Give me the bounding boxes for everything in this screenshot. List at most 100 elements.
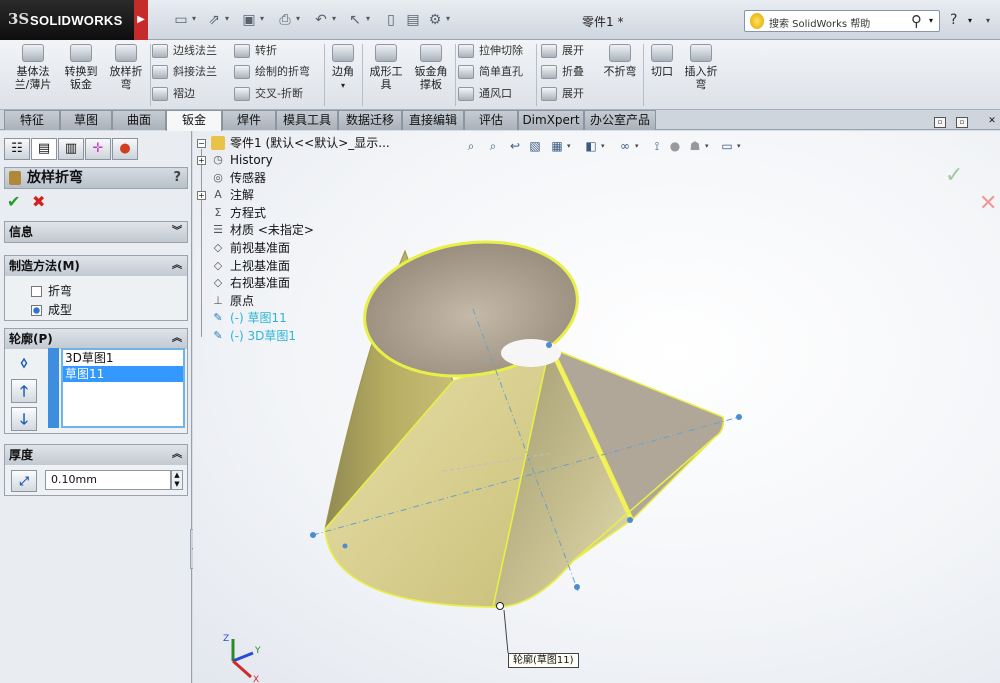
lofted-bend-button[interactable]: 放样折 弯 xyxy=(104,44,148,91)
print-dropdown-icon[interactable]: ▾ xyxy=(296,14,300,23)
tab-office-products[interactable]: 办公室产品 xyxy=(584,110,656,130)
help-icon[interactable]: ? xyxy=(950,12,957,28)
display-manager-tab-icon[interactable]: ● xyxy=(112,138,138,160)
forming-tool-button[interactable]: 成形工 具 xyxy=(366,44,406,91)
sheetmetal-gusset-button[interactable]: 钣金角 撑板 xyxy=(410,44,452,91)
jog-button[interactable]: 转折 xyxy=(234,42,277,60)
confirmation-cancel-icon[interactable]: ✕ xyxy=(979,191,997,216)
file-properties-icon[interactable]: ▤ xyxy=(404,12,422,28)
hide-show-items-icon[interactable]: ∞ xyxy=(617,138,633,154)
info-section-header[interactable]: 信息 ︾ xyxy=(5,222,187,242)
insert-bends-button[interactable]: 插入折 弯 xyxy=(680,44,722,91)
confirmation-ok-icon[interactable]: ✓ xyxy=(945,163,963,188)
property-manager-tab-icon[interactable]: ▤ xyxy=(31,138,57,160)
options-dropdown-icon[interactable]: ▾ xyxy=(446,14,450,23)
rebuild-icon[interactable]: ▯ xyxy=(382,12,400,28)
sketch-point[interactable] xyxy=(736,414,742,420)
collapse-chevron-icon[interactable]: ︽ xyxy=(172,256,182,276)
method-section-header[interactable]: 制造方法(M) ︽ xyxy=(5,256,187,276)
zoom-to-area-icon[interactable]: ⌕ xyxy=(485,138,501,154)
profile-selection-list[interactable]: 3D草图1 草图11 xyxy=(61,348,185,428)
collapse-chevron-icon[interactable]: ︽ xyxy=(172,329,182,349)
previous-view-icon[interactable]: ↩ xyxy=(507,138,523,154)
menu-expand-arrow-icon[interactable]: ▶ xyxy=(134,0,148,40)
tab-data-migration[interactable]: 数据迁移 xyxy=(338,110,402,130)
tab-weldments[interactable]: 焊件 xyxy=(222,110,276,130)
new-dropdown-icon[interactable]: ▾ xyxy=(192,14,196,23)
undo-icon[interactable]: ↶ xyxy=(312,12,330,28)
rip-button[interactable]: 切口 xyxy=(646,44,678,78)
dropdown-icon[interactable]: ▾ xyxy=(601,142,605,150)
save-dropdown-icon[interactable]: ▾ xyxy=(260,14,264,23)
tree-root[interactable]: − 零件1 (默认<<默认>_显示... xyxy=(197,135,417,152)
search-dropdown-icon[interactable]: ▾ xyxy=(929,16,933,25)
tree-item[interactable]: Σ 方程式 xyxy=(211,205,391,222)
display-style-icon[interactable]: ◧ xyxy=(583,138,599,154)
open-dropdown-icon[interactable]: ▾ xyxy=(225,14,229,23)
monitor-icon[interactable]: ▭ xyxy=(719,138,735,154)
close-window-icon[interactable]: ✕ xyxy=(986,117,998,128)
options-gear-icon[interactable]: ⚙ xyxy=(426,12,444,28)
zoom-to-fit-icon[interactable]: ⌕ xyxy=(463,138,479,154)
dropdown-icon[interactable]: ▾ xyxy=(567,142,571,150)
sketch-point[interactable] xyxy=(310,532,316,538)
collapse-chevron-icon[interactable]: ︽ xyxy=(172,445,182,465)
tree-item[interactable]: ◎ 传感器 xyxy=(211,170,391,187)
expand-icon[interactable]: + xyxy=(197,156,206,165)
miter-flange-button[interactable]: 斜接法兰 xyxy=(152,63,217,81)
tile-window-icon[interactable]: ▫ xyxy=(956,117,968,128)
tab-sheet-metal[interactable]: 钣金 xyxy=(166,110,222,131)
view-settings-icon[interactable]: ☗ xyxy=(687,138,703,154)
section-view-icon[interactable]: ▧ xyxy=(527,138,543,154)
unfold-button[interactable]: 展开 xyxy=(541,42,584,60)
tab-sketch[interactable]: 草图 xyxy=(60,110,112,130)
base-flange-button[interactable]: 基体法 兰/薄片 xyxy=(10,44,56,91)
sketch-point[interactable] xyxy=(627,517,633,523)
profiles-section-header[interactable]: 轮廓(P) ︽ xyxy=(5,329,187,349)
tab-features[interactable]: 特征 xyxy=(4,110,60,130)
search-input[interactable]: 搜索 SolidWorks 帮助 xyxy=(769,15,870,30)
convert-to-sheetmetal-button[interactable]: 转换到 钣金 xyxy=(58,44,104,91)
dropdown-icon[interactable]: ▾ xyxy=(705,142,709,150)
more-dropdown-icon[interactable]: ▾ xyxy=(986,16,990,25)
formed-radio[interactable] xyxy=(31,305,42,316)
corners-button[interactable]: 边角 ▾ xyxy=(326,44,360,92)
tab-dimxpert[interactable]: DimXpert xyxy=(518,110,584,130)
dimxpert-manager-tab-icon[interactable]: ✛ xyxy=(85,138,111,160)
tree-item[interactable]: + ◷ History xyxy=(197,152,391,169)
list-item[interactable]: 3D草图1 xyxy=(63,350,183,366)
dropdown-icon[interactable]: ▾ xyxy=(737,142,741,150)
flatten-button[interactable]: 展开 xyxy=(541,85,584,103)
bend-radio[interactable] xyxy=(31,286,42,297)
tab-direct-editing[interactable]: 直接编辑 xyxy=(402,110,464,130)
tab-mold-tools[interactable]: 模具工具 xyxy=(276,110,338,130)
configuration-manager-tab-icon[interactable]: ▥ xyxy=(58,138,84,160)
open-icon[interactable]: ⇗ xyxy=(205,12,223,28)
print-icon[interactable]: ⎙ xyxy=(276,12,294,28)
simple-hole-button[interactable]: 简单直孔 xyxy=(458,63,523,81)
save-icon[interactable]: ▣ xyxy=(240,12,258,28)
feature-manager-tab-icon[interactable]: ☷ xyxy=(4,138,30,160)
corners-dropdown-icon[interactable]: ▾ xyxy=(341,81,345,90)
move-down-button[interactable]: 🡓 xyxy=(11,407,37,431)
collapse-icon[interactable]: − xyxy=(197,139,206,148)
apply-scene-icon[interactable]: ● xyxy=(667,138,683,154)
expand-chevron-icon[interactable]: ︾ xyxy=(172,222,182,242)
new-document-icon[interactable]: ▭ xyxy=(172,12,190,28)
restore-window-icon[interactable]: ▫ xyxy=(934,117,946,128)
tree-item[interactable]: ☰ 材质 <未指定> xyxy=(211,222,391,239)
extruded-cut-button[interactable]: 拉伸切除 xyxy=(458,42,523,60)
tree-item[interactable]: ✎ (-) 草图11 xyxy=(211,310,391,327)
thickness-direction-icon[interactable]: ⤢ xyxy=(11,470,37,492)
pm-help-icon[interactable]: ? xyxy=(173,168,181,188)
callout-anchor[interactable] xyxy=(496,602,504,610)
tree-item[interactable]: ✎ (-) 3D草图1 xyxy=(211,328,391,345)
list-item-selected[interactable]: 草图11 xyxy=(63,366,183,382)
dropdown-icon[interactable]: ▾ xyxy=(635,142,639,150)
bend-option[interactable]: 折弯 xyxy=(31,282,72,299)
sketch-point[interactable] xyxy=(574,584,580,590)
hem-button[interactable]: 褶边 xyxy=(152,85,195,103)
sketched-bend-button[interactable]: 绘制的折弯 xyxy=(234,63,310,81)
search-icon[interactable]: ⚲ xyxy=(911,12,922,30)
thickness-stepper[interactable]: ▲ ▼ xyxy=(171,470,183,490)
